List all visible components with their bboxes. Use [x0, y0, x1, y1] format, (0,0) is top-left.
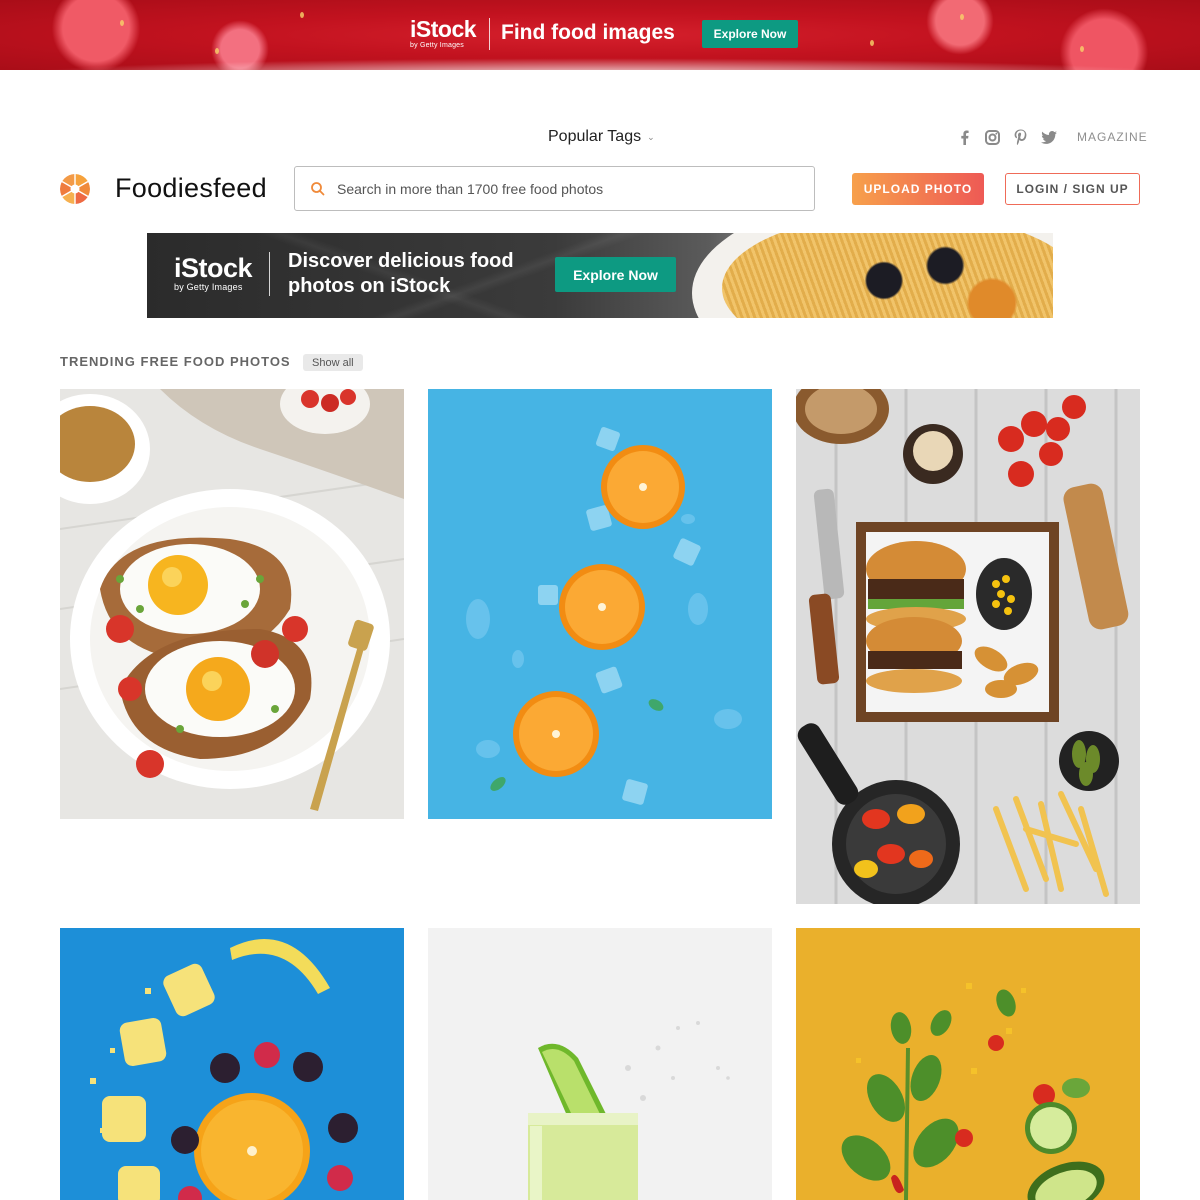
pinterest-icon[interactable] — [1011, 128, 1029, 146]
strawberry-seed — [870, 40, 874, 46]
photo-eggs-on-toast[interactable] — [60, 389, 404, 819]
chevron-down-icon: ⌄ — [647, 132, 655, 142]
facebook-icon[interactable] — [955, 128, 973, 146]
istock-logo-subtext: by Getty Images — [410, 42, 464, 49]
popular-tags-dropdown[interactable]: Popular Tags ⌄ — [548, 128, 655, 146]
search-icon — [310, 181, 326, 197]
magazine-link[interactable]: MAGAZINE — [1077, 130, 1148, 144]
mid-ad-headline: Discover delicious food photos on iStock — [288, 250, 514, 297]
upload-photo-button[interactable]: UPLOAD PHOTO — [852, 173, 984, 205]
twitter-icon[interactable] — [1040, 128, 1058, 146]
banner-fade — [0, 58, 1200, 70]
istock-logo-text: iStock — [410, 16, 477, 42]
strawberry-seed — [300, 12, 304, 18]
top-ad-explore-button[interactable]: Explore Now — [702, 20, 798, 48]
photo-lime-drink[interactable] — [428, 928, 772, 1200]
brand-name[interactable]: Foodiesfeed — [115, 173, 267, 204]
istock-logo-text: iStock — [174, 253, 253, 283]
photo-basil-vegetables[interactable] — [796, 928, 1140, 1200]
banner-divider — [489, 18, 490, 50]
photo-oranges-on-blue[interactable] — [428, 389, 772, 819]
strawberry-seed — [120, 20, 124, 26]
trending-section-title: TRENDING FREE FOOD PHOTOS — [60, 354, 291, 369]
photo-banana-berries[interactable] — [60, 928, 404, 1200]
istock-ad-banner[interactable]: iStock by Getty Images Discover deliciou… — [147, 233, 1053, 318]
instagram-icon[interactable] — [983, 128, 1001, 146]
istock-logo: iStock by Getty Images — [410, 16, 477, 50]
strawberry-seed — [1080, 46, 1084, 52]
banner-divider — [269, 252, 270, 296]
pasta-image — [722, 233, 1053, 318]
strawberry-seed — [215, 48, 219, 54]
top-ad-banner[interactable]: iStock by Getty Images Find food images … — [0, 0, 1200, 70]
show-all-button[interactable]: Show all — [303, 354, 363, 371]
popular-tags-label: Popular Tags — [548, 128, 642, 145]
strawberry-seed — [960, 14, 964, 20]
search-input[interactable] — [337, 177, 797, 201]
photo-burger-tray[interactable] — [796, 389, 1140, 904]
istock-logo-subtext: by Getty Images — [174, 282, 243, 292]
login-signup-button[interactable]: LOGIN / SIGN UP — [1005, 173, 1140, 205]
foodiesfeed-logo-icon[interactable] — [60, 174, 90, 204]
mid-ad-explore-button[interactable]: Explore Now — [555, 257, 676, 292]
search-bar[interactable] — [294, 166, 815, 211]
top-ad-headline: Find food images — [501, 21, 675, 44]
istock-logo: iStock by Getty Images — [174, 253, 253, 292]
